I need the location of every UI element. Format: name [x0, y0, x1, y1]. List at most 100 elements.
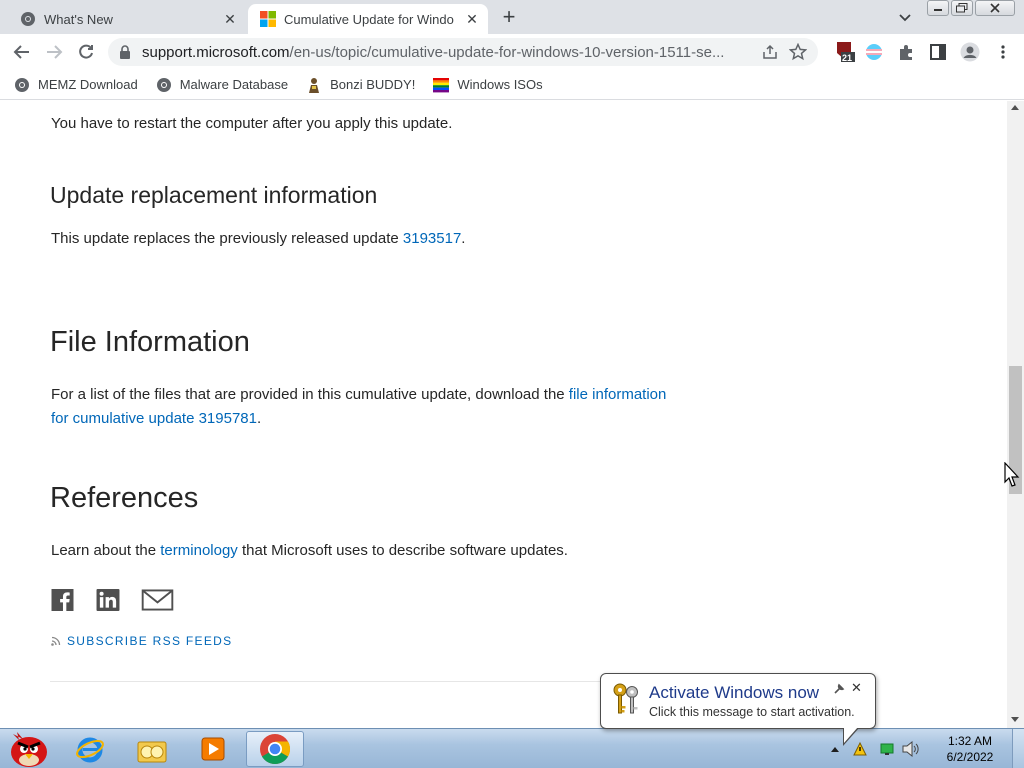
bookmark-malware-database[interactable]: Malware Database: [156, 77, 288, 93]
volume-icon[interactable]: [902, 741, 920, 757]
close-tab-icon[interactable]: ✕: [464, 11, 480, 27]
taskbar-windows-explorer[interactable]: [126, 731, 178, 767]
restart-note: You have to restart the computer after y…: [51, 115, 453, 132]
share-button[interactable]: [760, 42, 780, 62]
period: .: [256, 410, 262, 427]
start-button[interactable]: [2, 731, 54, 767]
notification-tail-inner: [844, 727, 858, 743]
angry-birds-icon: [11, 732, 47, 767]
vertical-scrollbar[interactable]: [1007, 101, 1024, 728]
taskbar: 1:32 AM 6/2/2022: [0, 728, 1024, 768]
back-button[interactable]: [11, 41, 33, 63]
file-information-link-continued[interactable]: for cumulative update 3195781: [51, 410, 257, 427]
bookmark-label: MEMZ Download: [38, 77, 138, 92]
star-icon: [789, 43, 807, 61]
email-icon[interactable]: [141, 589, 174, 611]
bookmark-label: Windows ISOs: [457, 77, 543, 92]
extensions-button[interactable]: [896, 42, 916, 62]
replacement-heading: Update replacement information: [50, 182, 378, 208]
bookmark-bonzi-buddy[interactable]: Bonzi BUDDY!: [306, 77, 415, 93]
window-controls: [927, 0, 1017, 18]
close-window-button[interactable]: [975, 0, 1015, 16]
scroll-down-arrow-icon[interactable]: [1011, 717, 1019, 722]
chrome-favicon-icon: [156, 77, 171, 92]
taskbar-media-player[interactable]: [187, 731, 239, 767]
bookmark-star-button[interactable]: [788, 42, 808, 62]
show-hidden-icons-icon[interactable]: [830, 745, 840, 753]
internet-explorer-icon: [76, 737, 104, 763]
restore-icon: [956, 3, 968, 13]
chrome-favicon-icon: [21, 12, 35, 26]
show-desktop-button[interactable]: [1012, 729, 1024, 768]
chevron-down-icon[interactable]: [896, 8, 914, 26]
linkedin-icon[interactable]: [96, 589, 120, 611]
notification-title: Activate Windows now: [649, 683, 820, 702]
update-3193517-link[interactable]: 3193517: [403, 230, 461, 247]
subscribe-rss-link[interactable]: SUBSCRIBE RSS FEEDS: [51, 634, 232, 648]
clock[interactable]: 1:32 AM 6/2/2022: [930, 733, 1010, 765]
tab-strip: What's New ✕ Cumulative Update for Windo…: [0, 0, 1024, 34]
close-tab-icon[interactable]: ✕: [222, 11, 238, 27]
lock-icon[interactable]: [118, 45, 132, 59]
mouse-cursor-icon: [1004, 462, 1020, 487]
activate-windows-notification[interactable]: Activate Windows now Click this message …: [600, 673, 876, 729]
avatar-icon: [960, 42, 980, 62]
back-arrow-icon: [13, 45, 29, 59]
divider: [50, 681, 600, 682]
extension-badge-button[interactable]: 21: [835, 42, 855, 63]
tab-title: Cumulative Update for Windo: [284, 11, 454, 27]
network-icon[interactable]: [880, 742, 894, 756]
facebook-icon[interactable]: [51, 589, 74, 611]
rainbow-flag-icon: [433, 77, 450, 92]
kebab-menu-icon: [1001, 45, 1005, 59]
taskbar-chrome[interactable]: [246, 731, 304, 767]
close-icon: [990, 3, 1000, 13]
tab-cumulative-update[interactable]: Cumulative Update for Windo ✕: [248, 4, 488, 34]
close-notification-icon[interactable]: ✕: [851, 680, 862, 696]
terminology-link[interactable]: terminology: [160, 542, 238, 559]
bookmark-memz-download[interactable]: MEMZ Download: [14, 77, 138, 93]
url-text[interactable]: support.microsoft.com/en-us/topic/cumula…: [142, 44, 752, 61]
tab-title: What's New: [44, 11, 113, 27]
file-info-paragraph-line2: for cumulative update 3195781.: [51, 407, 261, 431]
reload-button[interactable]: [75, 41, 97, 63]
clock-date: 6/2/2022: [946, 750, 994, 764]
taskbar-internet-explorer[interactable]: [64, 731, 116, 767]
file-info-text: For a list of the files that are provide…: [51, 386, 569, 403]
minimize-button[interactable]: [927, 0, 949, 16]
media-player-icon: [201, 737, 225, 761]
wrench-icon[interactable]: [833, 683, 845, 695]
restore-button[interactable]: [951, 0, 973, 16]
menu-button[interactable]: [993, 42, 1013, 62]
microsoft-logo-icon: [260, 11, 276, 27]
puzzle-icon: [900, 45, 912, 60]
url-path: /en-us/topic/cumulative-update-for-windo…: [289, 43, 725, 61]
tab-whats-new[interactable]: What's New ✕: [8, 4, 246, 34]
bookmark-label: Bonzi BUDDY!: [330, 77, 416, 92]
bookmark-windows-isos[interactable]: Windows ISOs: [433, 77, 543, 93]
file-information-link[interactable]: file information: [569, 386, 667, 403]
file-info-heading: File Information: [50, 326, 250, 358]
extension-pride-button[interactable]: [864, 42, 884, 62]
windows-explorer-icon: [137, 741, 167, 763]
rss-label: SUBSCRIBE RSS FEEDS: [67, 634, 233, 648]
forward-arrow-icon: [47, 45, 63, 59]
references-heading: References: [50, 482, 199, 514]
profile-button[interactable]: [960, 42, 980, 62]
new-tab-button[interactable]: +: [498, 6, 520, 29]
scroll-up-arrow-icon[interactable]: [1011, 105, 1019, 110]
bookmarks-bar: MEMZ Download Malware Database Bonzi BUD…: [0, 70, 1024, 100]
side-panel-button[interactable]: [928, 42, 948, 62]
browser-toolbar: support.microsoft.com/en-us/topic/cumula…: [0, 34, 1024, 70]
trans-flag-icon: [866, 44, 882, 60]
address-bar[interactable]: support.microsoft.com/en-us/topic/cumula…: [108, 38, 818, 66]
period: .: [461, 230, 466, 247]
chrome-favicon-icon: [15, 77, 29, 92]
references-paragraph: Learn about the terminology that Microso…: [51, 539, 568, 563]
forward-button[interactable]: [43, 41, 65, 63]
replacement-paragraph: This update replaces the previously rele…: [51, 227, 465, 251]
keys-icon: [613, 683, 638, 714]
notification-message: Click this message to start activation.: [649, 705, 855, 719]
references-text-after: that Microsoft uses to describe software…: [237, 542, 568, 559]
minimize-icon: [934, 9, 942, 11]
